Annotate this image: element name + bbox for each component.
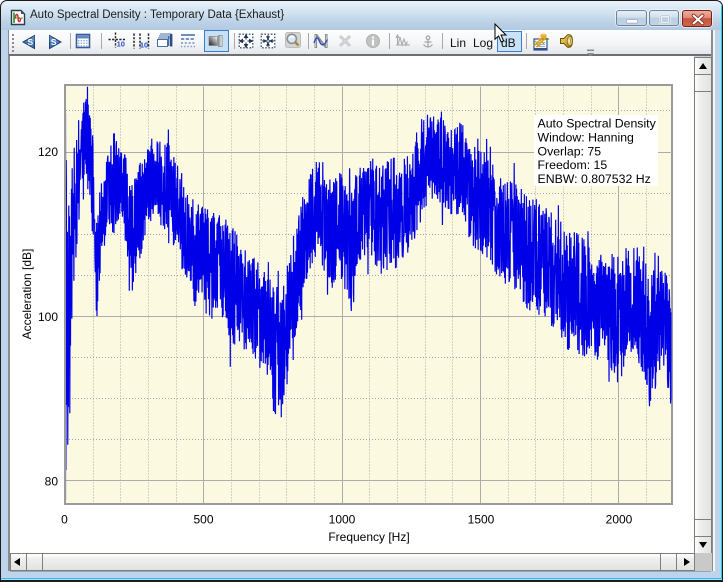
svg-text:2000: 2000 <box>606 513 633 527</box>
svg-text:ENBW: 0.807532 Hz: ENBW: 0.807532 Hz <box>538 172 651 186</box>
svg-text:Overlap: 75: Overlap: 75 <box>538 144 602 158</box>
svg-text:Window: Hanning: Window: Hanning <box>538 130 635 144</box>
svg-text:Acceleration [dB]: Acceleration [dB] <box>20 249 34 340</box>
svg-text:1500: 1500 <box>468 513 495 527</box>
svg-text:0: 0 <box>61 513 68 527</box>
svg-text:Frequency [Hz]: Frequency [Hz] <box>328 530 409 544</box>
svg-text:Freedom: 15: Freedom: 15 <box>538 158 608 172</box>
svg-text:100: 100 <box>38 310 58 324</box>
svg-text:120: 120 <box>38 145 58 159</box>
svg-text:1000: 1000 <box>329 513 356 527</box>
svg-text:80: 80 <box>45 475 59 489</box>
svg-text:Auto Spectral Density: Auto Spectral Density <box>538 117 657 131</box>
svg-text:500: 500 <box>193 513 213 527</box>
